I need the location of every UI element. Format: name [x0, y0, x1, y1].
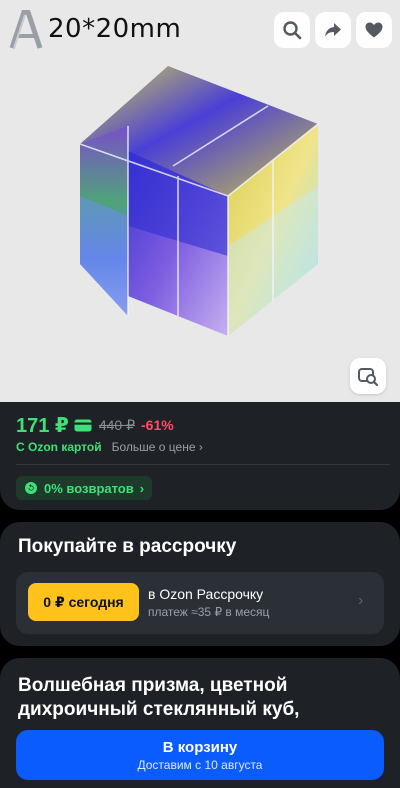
- installment-title: Покупайте в рассрочку: [18, 536, 237, 557]
- current-price: 171 ₽: [16, 414, 69, 437]
- chevron-right-icon: ›: [139, 480, 145, 496]
- share-button[interactable]: [315, 12, 351, 48]
- installment-name: в Ozon Рассрочку: [148, 586, 264, 602]
- price-section: 171 ₽ 440 ₽ -61% С Ozon картой Больше о …: [0, 402, 400, 510]
- installment-card[interactable]: 0 ₽ сегодня в Ozon Рассрочку платеж ≈35 …: [16, 572, 384, 634]
- more-about-price-link[interactable]: Больше о цене ›: [112, 440, 203, 454]
- product-title-section: Волшебная призма, цветной дихроичный сте…: [0, 658, 400, 788]
- brand-logo: [9, 10, 43, 49]
- add-to-cart-button[interactable]: В корзину Доставим с 10 августа: [16, 730, 384, 780]
- heart-icon: [365, 22, 383, 38]
- discount-badge: -61%: [141, 417, 174, 433]
- installment-section: Покупайте в рассрочку 0 ₽ сегодня в Ozon…: [0, 522, 400, 646]
- old-price: 440 ₽: [98, 416, 135, 433]
- divider: [16, 464, 390, 465]
- favorite-button[interactable]: [356, 12, 392, 48]
- product-photo-cube: [79, 66, 319, 336]
- return-arrow-icon: [25, 482, 37, 494]
- add-to-cart-label: В корзину: [162, 738, 238, 756]
- product-title: Волшебная призма, цветной дихроичный сте…: [18, 675, 300, 720]
- image-caption: 20*20mm: [48, 14, 182, 44]
- delivery-date-label: Доставим с 10 августа: [137, 757, 263, 772]
- installment-subtitle: платеж ≈35 ₽ в месяц: [148, 605, 270, 619]
- price-row: 171 ₽ 440 ₽ -61%: [16, 412, 174, 438]
- chevron-right-icon: ›: [358, 592, 364, 609]
- image-search-button[interactable]: [350, 358, 386, 394]
- search-button[interactable]: [274, 12, 310, 48]
- product-image-gallery[interactable]: 20*20mm: [0, 0, 400, 402]
- card-icon: [74, 419, 92, 431]
- more-about-price-label: Больше о цене: [111, 440, 196, 454]
- image-search-icon: [358, 368, 379, 387]
- search-icon: [283, 21, 302, 40]
- today-badge: 0 ₽ сегодня: [28, 583, 139, 621]
- returns-label: 0% возвратов: [44, 480, 134, 496]
- chevron-right-icon: ›: [198, 440, 203, 454]
- ozon-card-label: С Ozon картой: [16, 440, 102, 454]
- returns-badge[interactable]: 0% возвратов ›: [16, 476, 153, 500]
- share-icon: [325, 23, 341, 37]
- ozon-card-row: С Ozon картой Больше о цене ›: [16, 440, 203, 454]
